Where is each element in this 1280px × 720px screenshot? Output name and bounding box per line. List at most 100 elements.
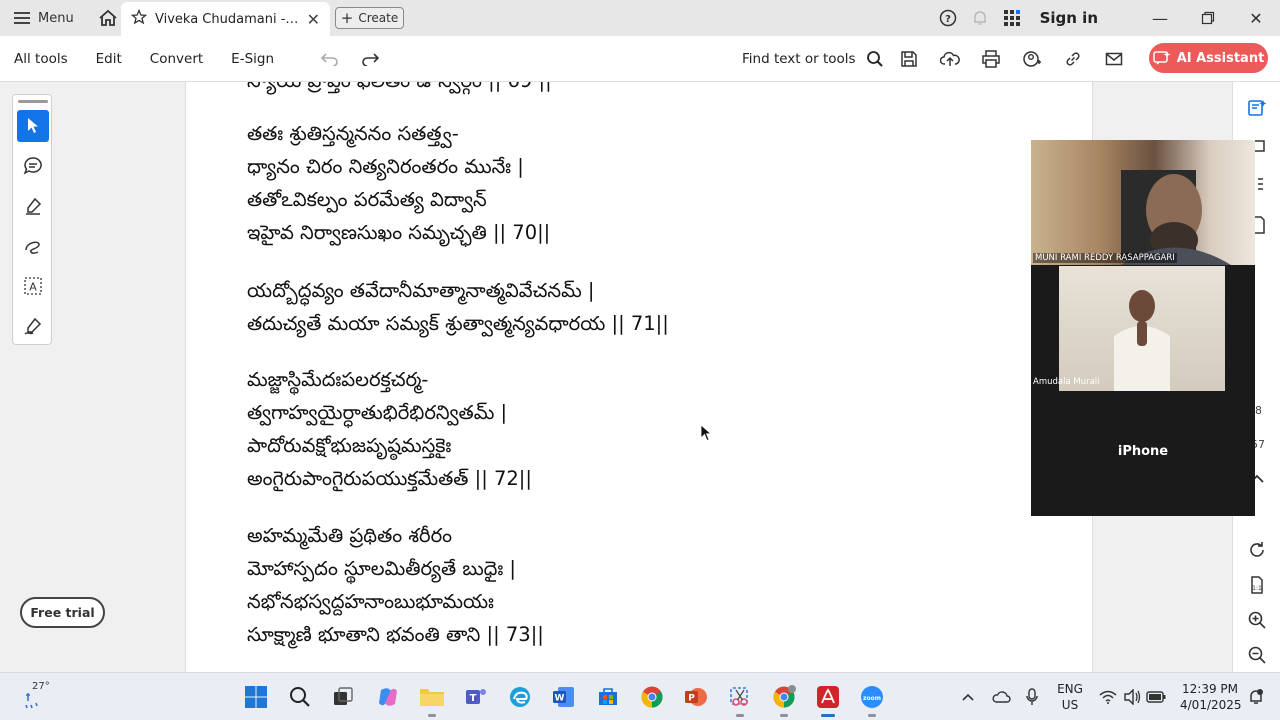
temperature: 27° [32,681,50,692]
taskbar-zoom[interactable]: zoom [856,681,888,717]
onedrive-icon[interactable] [988,673,1014,720]
free-trial-button[interactable]: Free trial [20,597,105,628]
find-text-tools[interactable]: Find text or tools [742,36,884,82]
plus-icon: + [340,9,354,27]
verse-line: యద్బోద్ధవ్యం తవేదానీమాత్మానాత్మవివేచనమ్ … [247,279,595,302]
notification-bell-icon[interactable] [964,0,996,36]
pdf-page[interactable]: న్యాయ ప్రాప్తం ఫలితం ఉ స్వర్గం || 69 || … [185,82,1093,672]
rotate-icon[interactable] [1245,538,1269,562]
verse-partial-top: న్యాయ ప్రాప్తం ఫలితం ఉ స్వర్గం || 69 || [247,82,552,97]
wifi-icon[interactable] [1096,673,1120,720]
title-right-controls: ? Sign in — ✕ [932,0,1280,36]
draw-tool[interactable] [17,230,49,262]
taskbar-file-explorer[interactable] [416,681,448,717]
create-button[interactable]: + Create [335,7,404,29]
lang-line-1: ENG [1057,682,1083,696]
cloud-upload-icon[interactable] [929,36,970,82]
close-tab-icon[interactable]: ✕ [307,10,320,29]
input-language-indicator[interactable]: ENG US [1055,681,1085,713]
page-number-input[interactable]: 8 [1255,404,1262,417]
zoom-video-panel[interactable]: MUNI RAMI REDDY RASAPPAGARI Amudala Mura… [1031,140,1255,516]
taskbar-edge[interactable] [504,681,536,713]
verse-71: యద్బోద్ధవ్యం తవేదానీమాత్మానాత్మవివేచనమ్ … [247,274,669,340]
sign-pen-icon [24,317,42,335]
taskbar-copilot[interactable] [372,681,404,713]
highlight-tool[interactable] [17,190,49,222]
clock-time: 12:39 PM [1182,682,1238,696]
video-tile-participant-2[interactable] [1059,266,1225,391]
text-box-tool[interactable]: A [17,270,49,302]
comment-tool[interactable] [17,150,49,182]
print-icon[interactable] [970,36,1011,82]
sign-in-link[interactable]: Sign in [1040,9,1098,27]
video-tile-participant-1[interactable]: MUNI RAMI REDDY RASAPPAGARI [1031,140,1255,265]
verse-line: అంగైరుపాంగైరుపయుక్తమేతత్ || 72|| [247,467,532,490]
all-tools-menu[interactable]: All tools [0,51,82,67]
save-icon[interactable] [888,36,929,82]
participant-name-2: Amudala Murali [1033,377,1100,387]
zoom-out-icon[interactable] [1245,643,1269,667]
svg-text:A: A [29,281,37,294]
verse-line: అహమ్మమేతి ప్రథితం శరీరం [247,524,453,547]
taskbar-store[interactable] [592,681,624,713]
weather-widget[interactable]: 27° [18,681,58,713]
undo-icon[interactable] [310,36,350,82]
esign-menu[interactable]: E-Sign [217,51,288,67]
fill-sign-tool[interactable] [17,310,49,342]
system-clock[interactable]: 12:39 PM 4/01/2025 [1180,681,1242,713]
taskbar-chrome[interactable] [636,681,668,713]
restore-button[interactable] [1184,0,1232,36]
star-icon[interactable] [130,8,148,29]
battery-icon[interactable] [1144,673,1168,720]
taskbar-teams[interactable]: T [460,681,492,713]
share-user-icon[interactable] [1011,36,1052,82]
show-hidden-icons-chevron[interactable] [956,673,980,720]
email-icon[interactable] [1093,36,1134,82]
select-tool[interactable] [17,110,49,142]
find-label: Find text or tools [742,51,856,67]
close-window-button[interactable]: ✕ [1232,0,1280,36]
edge-browser-icon [510,687,530,707]
verse-line: మోహాస్పదం స్థూలమితీర్యతే బుధైః | [247,557,516,580]
apps-grid-icon[interactable] [996,0,1028,36]
chrome-icon [641,686,663,708]
right-toolbar-icons [888,36,1134,82]
task-view-button[interactable] [327,681,359,713]
taskbar-powerpoint[interactable]: P [680,681,712,713]
comments-panel-icon[interactable] [1245,96,1269,120]
taskbar-snipping-tool[interactable] [724,681,756,717]
redo-icon[interactable] [350,36,390,82]
copilot-icon [379,688,397,706]
task-view-icon [334,687,353,705]
verse-line: తతః శ్రుతిస్తన్మననం సతత్త్వ- [247,122,459,145]
verse-73: అహమ్మమేతి ప్రథితం శరీరం మోహాస్పదం స్థూలమ… [247,519,544,651]
help-icon[interactable]: ? [932,0,964,36]
volume-icon[interactable] [1120,673,1144,720]
verse-line: సూక్ష్మాణి భూతాని భవంతి తాని || 73|| [247,623,544,646]
verse-line: ధ్యానం చిరం నిత్యనిరంతరం మునేః | [247,155,524,178]
fit-page-icon[interactable]: 1:1 [1245,573,1269,597]
zoom-in-icon[interactable] [1245,608,1269,632]
microphone-icon[interactable] [1020,673,1044,720]
start-button[interactable] [240,681,272,713]
acrobat-icon [817,686,839,708]
minimize-button[interactable]: — [1136,0,1184,36]
panel-grip-handle[interactable] [18,100,48,103]
taskbar-acrobat[interactable] [812,681,844,717]
convert-menu[interactable]: Convert [136,51,217,67]
taskbar-search[interactable] [284,681,316,713]
ai-assistant-button[interactable]: AI Assistant [1149,43,1268,73]
link-icon[interactable] [1052,36,1093,82]
svg-text:zoom: zoom [863,695,881,702]
taskbar-word[interactable]: W [548,681,580,713]
taskbar-chrome-profile[interactable] [768,681,800,717]
running-indicator [428,714,436,717]
edit-menu[interactable]: Edit [82,51,136,67]
notification-center-icon[interactable] [1244,673,1268,720]
document-tab[interactable]: Viveka Chudamani - Tel... ✕ [121,2,330,36]
highlighter-icon [26,197,42,215]
weather-icon [25,693,38,709]
menu-button[interactable]: Menu [0,0,88,36]
ai-assistant-label: AI Assistant [1176,50,1265,66]
svg-text:?: ? [945,14,951,25]
